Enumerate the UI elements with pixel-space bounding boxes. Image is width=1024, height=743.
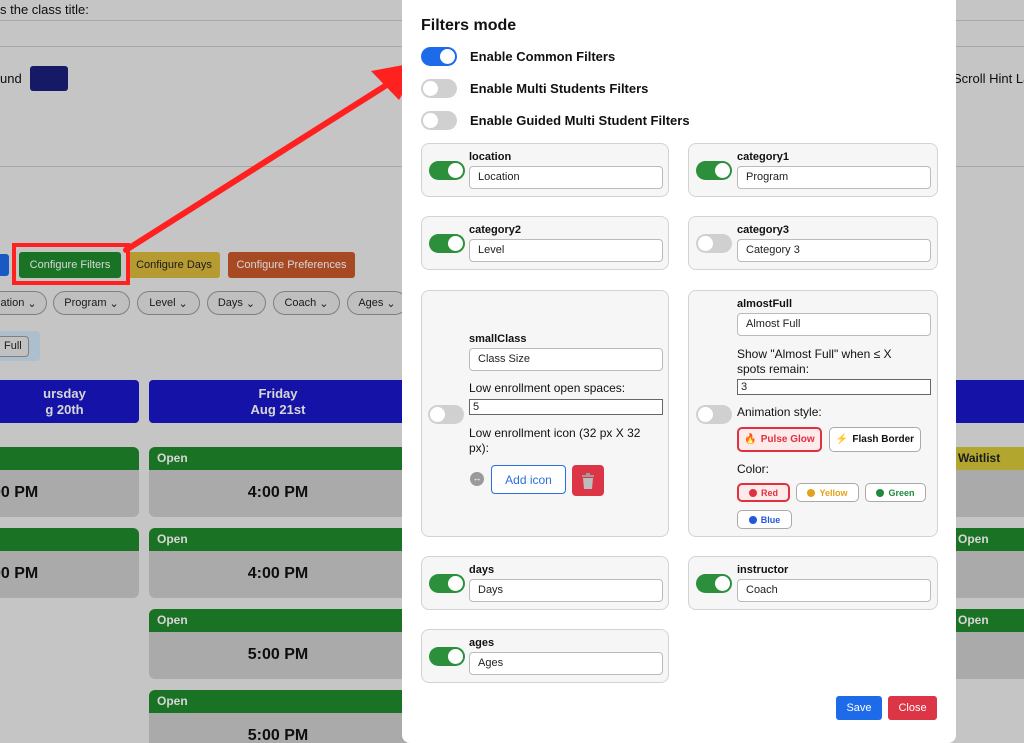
color-yellow-chip[interactable]: Yellow — [796, 483, 859, 502]
toggle-switch[interactable] — [429, 574, 465, 593]
filter-panel-days: days Days — [421, 556, 669, 610]
bolt-icon: ⚡ — [835, 434, 849, 445]
mode-label: Enable Guided Multi Student Filters — [470, 113, 690, 128]
add-icon-button[interactable]: Add icon — [491, 465, 566, 494]
filter-panel-smallclass: smallClass Class Size Low enrollment ope… — [421, 290, 669, 537]
mode-row-guided-multi[interactable]: Enable Guided Multi Student Filters — [421, 111, 690, 130]
fire-icon: 🔥 — [744, 434, 757, 445]
filter-label-input[interactable]: Level — [469, 239, 663, 262]
spaces-input[interactable]: 5 — [469, 399, 663, 415]
spaces-label: Low enrollment open spaces: — [469, 381, 626, 395]
toggle-switch[interactable] — [696, 161, 732, 180]
save-button[interactable]: Save — [836, 696, 882, 720]
color-label: Color: — [737, 462, 770, 476]
chip-label: Yellow — [819, 487, 848, 498]
filter-key: days — [469, 564, 495, 576]
icon-size-label-cont: px): — [469, 441, 490, 455]
animation-flash-border-button[interactable]: ⚡ Flash Border — [829, 427, 921, 452]
filter-label-input[interactable]: Program — [737, 166, 931, 189]
chip-label: Flash Border — [852, 434, 915, 445]
filter-label-input[interactable]: Category 3 — [737, 239, 931, 262]
mode-row-multi-students[interactable]: Enable Multi Students Filters — [421, 79, 648, 98]
filter-panel-location: location Location — [421, 143, 669, 197]
filter-label-input[interactable]: Almost Full — [737, 313, 931, 336]
threshold-label: Show "Almost Full" when ≤ X — [737, 347, 892, 361]
filters-mode-modal: Filters mode Enable Common Filters Enabl… — [402, 0, 956, 743]
color-dot — [807, 488, 816, 497]
filter-key: ages — [469, 637, 495, 649]
toggle-switch[interactable] — [421, 47, 457, 66]
chip-label: Blue — [760, 514, 781, 525]
toggle-switch[interactable] — [421, 111, 457, 130]
filter-key: instructor — [737, 564, 789, 576]
chip-label: Pulse Glow — [760, 434, 815, 445]
filter-key: category3 — [737, 224, 789, 236]
filter-panel-ages: ages Ages — [421, 629, 669, 683]
filter-label-input[interactable]: Coach — [737, 579, 931, 602]
toggle-switch[interactable] — [696, 234, 732, 253]
toggle-switch[interactable] — [429, 234, 465, 253]
mode-label: Enable Multi Students Filters — [470, 81, 649, 96]
delete-icon-button[interactable] — [572, 465, 604, 496]
filter-panel-category2: category2 Level — [421, 216, 669, 270]
filter-label-input[interactable]: Ages — [469, 652, 663, 675]
filter-key: category2 — [469, 224, 521, 236]
chip-label: Green — [888, 487, 915, 498]
filter-panel-category1: category1 Program — [688, 143, 938, 197]
filter-panel-category3: category3 Category 3 — [688, 216, 938, 270]
threshold-input[interactable]: 3 — [737, 379, 931, 395]
close-button[interactable]: Close — [888, 696, 937, 720]
trash-icon — [582, 472, 594, 489]
toggle-switch[interactable] — [428, 405, 464, 424]
filter-key: almostFull — [737, 298, 793, 310]
arrow-shaft — [123, 83, 388, 253]
chip-label: Red — [760, 487, 778, 498]
color-dot — [748, 515, 757, 524]
toggle-switch[interactable] — [421, 79, 457, 98]
toggle-switch[interactable] — [696, 405, 732, 424]
filter-key: category1 — [737, 151, 789, 163]
color-blue-chip[interactable]: Blue — [737, 510, 792, 529]
filter-label-input[interactable]: Days — [469, 579, 663, 602]
color-green-chip[interactable]: Green — [865, 483, 926, 502]
color-dot — [876, 488, 885, 497]
animation-style-label: Animation style: — [737, 405, 822, 419]
color-red-chip[interactable]: Red — [737, 483, 790, 502]
color-dot — [748, 488, 757, 497]
icon-size-label: Low enrollment icon (32 px X 32 — [469, 426, 641, 440]
filter-key: location — [469, 151, 512, 163]
mode-label: Enable Common Filters — [470, 49, 616, 64]
mode-row-common[interactable]: Enable Common Filters — [421, 47, 615, 66]
filter-label-input[interactable]: Class Size — [469, 348, 663, 371]
toggle-switch[interactable] — [429, 647, 465, 666]
icon-placeholder: ↔ — [470, 472, 484, 486]
toggle-switch[interactable] — [696, 574, 732, 593]
threshold-label-cont: spots remain: — [737, 362, 810, 376]
modal-title: Filters mode — [421, 17, 517, 34]
animation-pulse-glow-button[interactable]: 🔥 Pulse Glow — [737, 427, 822, 452]
filter-label-input[interactable]: Location — [469, 166, 663, 189]
filter-panel-instructor: instructor Coach — [688, 556, 938, 610]
filter-panel-almostfull: almostFull Almost Full Show "Almost Full… — [688, 290, 938, 537]
toggle-switch[interactable] — [429, 161, 465, 180]
filter-key: smallClass — [469, 333, 527, 345]
